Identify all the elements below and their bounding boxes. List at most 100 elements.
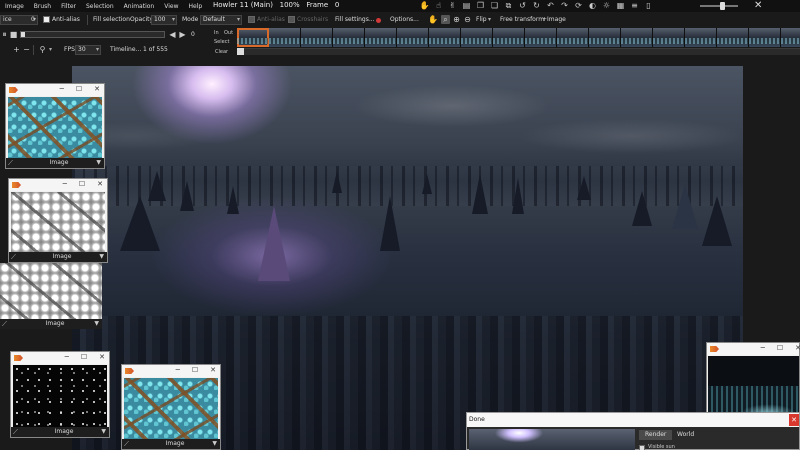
undo-icon[interactable]: ↶	[546, 2, 555, 11]
eyedropper-icon[interactable]: ⟋	[13, 428, 18, 437]
minimize-icon[interactable]: ─	[63, 180, 67, 188]
timeline-scrub-knob[interactable]	[237, 48, 244, 55]
eyedropper-icon[interactable]: ⟋	[2, 320, 7, 329]
menu-animation[interactable]: Animation	[119, 3, 160, 10]
close-icon[interactable]: ✕	[754, 0, 762, 11]
playback-progress[interactable]	[20, 31, 165, 38]
maximize-icon[interactable]: ☐	[777, 344, 783, 352]
timeline-frame[interactable]	[781, 28, 800, 47]
maximize-icon[interactable]: ☐	[81, 353, 87, 361]
timeline-frame[interactable]	[397, 28, 429, 47]
chevron-down-icon[interactable]: ▼	[94, 320, 99, 327]
close-icon[interactable]: ✕	[94, 85, 100, 93]
maximize-icon[interactable]: ☐	[76, 85, 82, 93]
menu-brush[interactable]: Brush	[29, 3, 56, 10]
rotate-left-icon[interactable]: ↺	[518, 2, 527, 11]
copy-icon[interactable]: ❐	[476, 2, 485, 11]
zoom-in-icon[interactable]: ⊕	[452, 15, 461, 24]
image-window-titlebar[interactable]: ─ ☐ ✕	[6, 84, 104, 96]
close-icon[interactable]: ✕	[789, 414, 799, 426]
next-frame-icon[interactable]: ▶	[178, 30, 187, 39]
fill-settings-button[interactable]: Fill settings...	[335, 15, 375, 25]
image-window-titlebar[interactable]: ─ ☐ ✕	[9, 179, 107, 191]
hand-paint-icon[interactable]: ✌	[448, 2, 457, 11]
timeline-scrubber[interactable]	[237, 48, 800, 55]
hand-move-icon[interactable]: ☝	[434, 2, 443, 11]
close-icon[interactable]: ✕	[99, 353, 105, 361]
timeline-frame[interactable]	[621, 28, 653, 47]
in-button[interactable]: In	[214, 30, 219, 36]
crosshairs-checkbox[interactable]	[288, 16, 295, 23]
tab-render[interactable]: Render	[639, 430, 673, 440]
flip-dropdown-icon[interactable]: ▾	[488, 15, 491, 25]
add-frame-icon[interactable]: +	[12, 45, 21, 54]
prev-frame-icon[interactable]: ◀	[168, 30, 177, 39]
image-window-5[interactable]: ─ ☐ ✕ ⟋ Image ▼	[121, 364, 221, 450]
list-icon[interactable]: ≡	[630, 2, 639, 11]
flip-button[interactable]: Flip	[476, 15, 487, 25]
timeline-frame[interactable]	[301, 28, 333, 47]
close-icon[interactable]: ✕	[97, 180, 103, 188]
eyedropper-icon[interactable]: ⟋	[8, 159, 13, 168]
timeline-frame[interactable]	[365, 28, 397, 47]
image-window-2[interactable]: ─ ☐ ✕ ⟋ Image ▼	[8, 178, 108, 263]
pause-icon[interactable]: ⏸	[0, 30, 9, 39]
pin-dropdown-icon[interactable]: ▾	[49, 45, 52, 55]
timeline-frame[interactable]	[685, 28, 717, 47]
sun-icon[interactable]: ☼	[602, 2, 611, 11]
timeline-frame[interactable]	[589, 28, 621, 47]
timeline-frame[interactable]	[429, 28, 461, 47]
zoom-slider[interactable]	[700, 5, 738, 7]
eyedropper-icon[interactable]: ⟋	[124, 440, 129, 449]
timeline-filmstrip[interactable]	[237, 28, 800, 47]
image-window-titlebar[interactable]: ─ ☐ ✕	[122, 365, 220, 377]
opacity-select[interactable]: 100	[151, 15, 177, 25]
options-button[interactable]: Options...	[390, 15, 419, 25]
close-icon[interactable]: ✕	[795, 344, 800, 352]
image-window-3[interactable]: ⟋ Image ▼	[0, 263, 102, 329]
preview-window[interactable]: ─ ☐ ✕	[706, 342, 800, 414]
timeline-frame[interactable]	[269, 28, 301, 47]
palette-icon[interactable]: ◐	[588, 2, 597, 11]
layers-icon[interactable]: ▤	[462, 2, 471, 11]
magnify-tool-icon[interactable]: ⌕	[441, 15, 450, 24]
minimize-icon[interactable]: ─	[176, 366, 180, 374]
record-icon[interactable]	[376, 18, 381, 23]
maximize-icon[interactable]: ☐	[79, 180, 85, 188]
timeline-frame[interactable]	[653, 28, 685, 47]
fill-selection-label[interactable]: Fill selection	[93, 15, 130, 25]
maximize-icon[interactable]: ☐	[192, 366, 198, 374]
free-transform-button[interactable]: Free transform	[500, 15, 544, 25]
stop-icon[interactable]: ■	[9, 30, 18, 39]
chevron-down-icon[interactable]: ▼	[96, 159, 101, 166]
visible-sun-checkbox[interactable]	[639, 445, 645, 450]
timeline-frame[interactable]	[557, 28, 589, 47]
refresh-icon[interactable]: ⟳	[574, 2, 583, 11]
fps-select[interactable]: 30	[75, 45, 101, 55]
image-window-4[interactable]: ─ ☐ ✕ ⟋ Image ▼	[10, 351, 110, 438]
timeline-frame[interactable]	[493, 28, 525, 47]
timeline-frame[interactable]	[461, 28, 493, 47]
chevron-down-icon[interactable]: ▼	[101, 428, 106, 435]
plus-image-button[interactable]: +Image	[542, 15, 566, 25]
timeline-button[interactable]: Timeline...	[110, 45, 141, 55]
antialias-checkbox[interactable]	[43, 16, 50, 23]
image-window-1[interactable]: ─ ☐ ✕ ⟋ Image ▼	[5, 83, 105, 169]
timeline-frame[interactable]	[237, 28, 269, 47]
select-button[interactable]: Select	[214, 39, 229, 45]
chevron-down-icon[interactable]: ▼	[99, 253, 104, 260]
out-button[interactable]: Out	[224, 30, 233, 36]
timeline-frame[interactable]	[333, 28, 365, 47]
hand-grab-icon[interactable]: ✋	[420, 2, 430, 11]
zoom-slider-knob[interactable]	[720, 2, 725, 10]
duplicate-icon[interactable]: ⧉	[504, 2, 513, 11]
done-window-titlebar[interactable]: Done ✕	[467, 413, 799, 427]
close-icon[interactable]: ✕	[210, 366, 216, 374]
zoom-out-icon[interactable]: ⊖	[463, 15, 472, 24]
eyedropper-icon[interactable]: ⟋	[11, 253, 16, 262]
pin-icon[interactable]: ⚲	[38, 45, 47, 54]
tab-world[interactable]: World	[671, 430, 700, 440]
hand-tool-icon[interactable]: ✋	[428, 15, 438, 24]
preview-window-titlebar[interactable]: ─ ☐ ✕	[707, 343, 800, 355]
clear-button[interactable]: Clear	[215, 49, 228, 55]
